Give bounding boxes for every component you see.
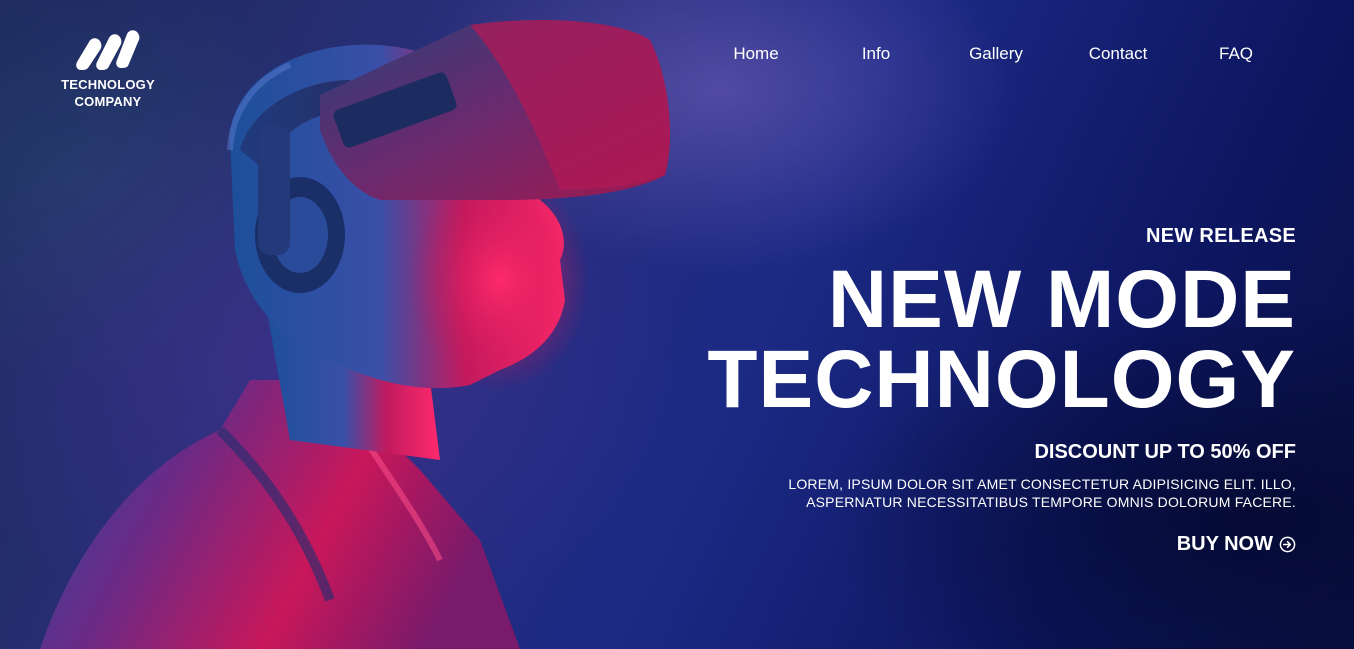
nav-item-home[interactable]: Home xyxy=(733,44,778,64)
hero-description: LOREM, IPSUM DOLOR SIT AMET CONSECTETUR … xyxy=(656,475,1296,511)
hero-description-line1: LOREM, IPSUM DOLOR SIT AMET CONSECTETUR … xyxy=(788,476,1296,492)
logo-text-line2: COMPANY xyxy=(74,94,142,109)
buy-now-label: BUY NOW xyxy=(1176,533,1273,555)
hero-eyebrow: NEW RELEASE xyxy=(1146,225,1296,247)
hero-headline: NEW MODE TECHNOLOGY xyxy=(656,254,1296,425)
nav-item-info[interactable]: Info xyxy=(862,44,890,64)
buy-now-button[interactable]: BUY NOW xyxy=(1177,533,1296,556)
main-navigation: Home Info Gallery Contact FAQ xyxy=(0,44,1354,68)
hero-section: TECHNOLOGY COMPANY Home Info Gallery Con… xyxy=(0,0,1354,649)
hero-content: NEW RELEASE NEW MODE TECHNOLOGY DISCOUNT… xyxy=(656,224,1296,556)
hero-headline-line1: NEW MODE xyxy=(827,254,1296,345)
nav-item-contact[interactable]: Contact xyxy=(1089,44,1148,64)
nav-item-gallery[interactable]: Gallery xyxy=(969,44,1023,64)
hero-description-line2: ASPERNATUR NECESSITATIBUS TEMPORE OMNIS … xyxy=(806,494,1296,510)
hero-headline-line2: TECHNOLOGY xyxy=(707,334,1296,425)
company-logo[interactable]: TECHNOLOGY COMPANY xyxy=(58,26,158,110)
arrow-circle-right-icon xyxy=(1279,536,1296,553)
nav-item-faq[interactable]: FAQ xyxy=(1219,44,1253,64)
logo-text-line1: TECHNOLOGY xyxy=(61,77,155,92)
discount-text: DISCOUNT UP TO 50% OFF xyxy=(1034,441,1296,463)
